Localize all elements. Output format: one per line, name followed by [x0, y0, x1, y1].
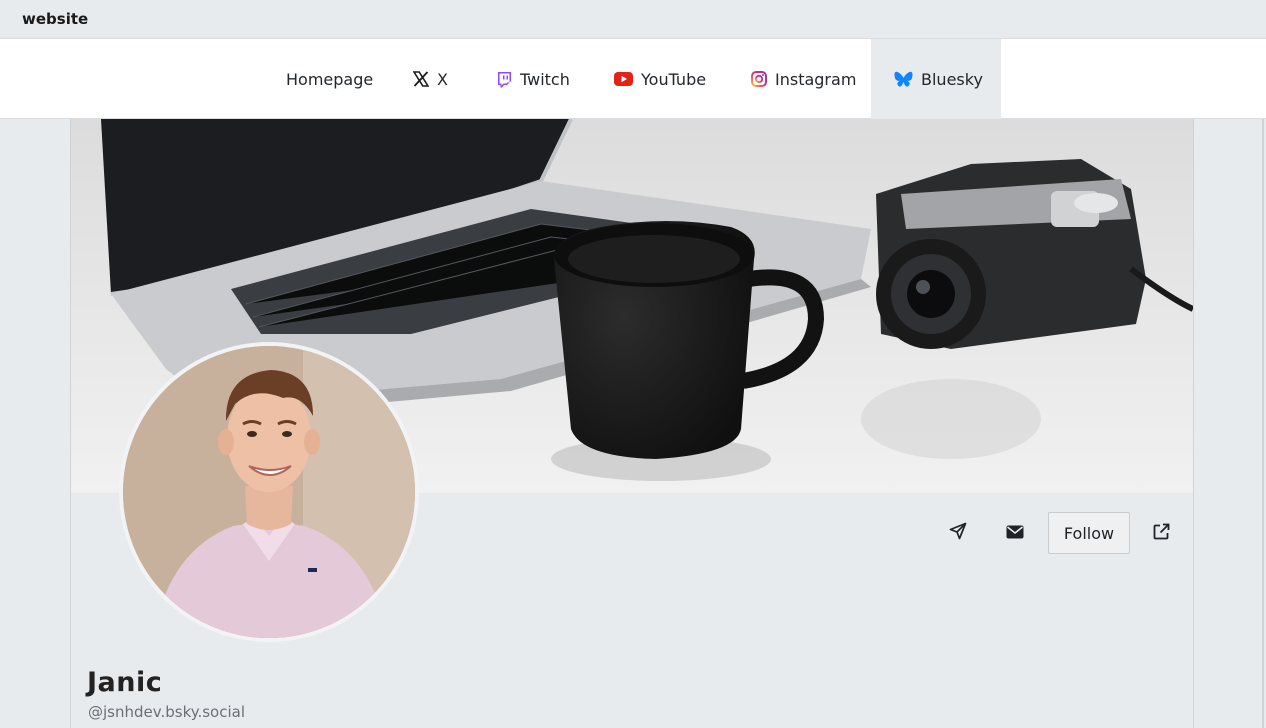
paper-plane-icon — [949, 522, 967, 544]
nav-item-twitch[interactable]: Twitch — [496, 39, 570, 119]
twitch-icon — [496, 71, 512, 88]
youtube-icon — [614, 72, 633, 86]
nav-item-instagram[interactable]: Instagram — [751, 39, 856, 119]
follow-button[interactable]: Follow — [1048, 512, 1130, 554]
send-message-button[interactable] — [937, 512, 979, 554]
envelope-icon — [1006, 524, 1024, 543]
profile-display-name: Janic — [87, 667, 163, 698]
browser-title-bar: website — [0, 0, 1266, 38]
nav-item-homepage[interactable]: Homepage — [286, 39, 373, 119]
external-link-icon — [1153, 523, 1170, 544]
nav-item-x[interactable]: X — [413, 39, 448, 119]
profile-avatar[interactable] — [119, 342, 419, 642]
profile-card: Follow Janic @jsnhdev.bsky.social — [70, 119, 1194, 728]
top-navigation: Homepage X Twitch YouTube Instagram Blue… — [0, 38, 1266, 119]
nav-item-label: Instagram — [775, 69, 857, 89]
nav-item-youtube[interactable]: YouTube — [614, 39, 706, 119]
nav-item-label: YouTube — [641, 69, 707, 89]
x-logo-icon — [413, 71, 429, 87]
nav-item-label: X — [437, 69, 448, 89]
instagram-icon — [751, 71, 767, 87]
nav-item-label: Twitch — [520, 69, 570, 89]
nav-item-label: Homepage — [286, 69, 374, 89]
bluesky-butterfly-icon — [894, 71, 913, 88]
profile-handle: @jsnhdev.bsky.social — [88, 703, 245, 721]
nav-item-label: Bluesky — [921, 69, 983, 89]
scrollbar-track[interactable] — [1262, 119, 1264, 728]
email-button[interactable] — [994, 512, 1036, 554]
open-external-button[interactable] — [1140, 512, 1182, 554]
site-title: website — [22, 10, 89, 28]
nav-item-bluesky[interactable]: Bluesky — [871, 39, 1001, 119]
